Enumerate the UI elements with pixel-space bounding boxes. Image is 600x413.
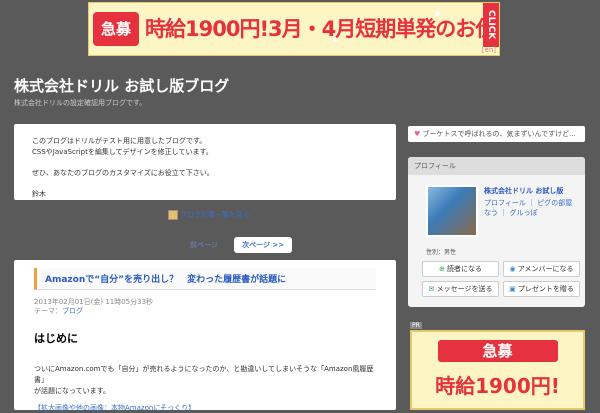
chat-icon: ◉ [509, 265, 516, 273]
side-ad-banner[interactable]: 急募 時給1900円! [410, 330, 585, 410]
heart-icon: ♥ [414, 130, 421, 138]
article-list-link[interactable]: ブログ記事一覧を見る [168, 210, 250, 220]
amember-label: アメンバーになる [517, 265, 574, 273]
ad-message: 時給1900円!3月・4月短期単発のお仕事 [145, 17, 500, 41]
side-ad-badge: 急募 [437, 340, 558, 362]
send-message-label: メッセージを送る [436, 285, 493, 293]
amember-button[interactable]: ◉ アメンバーになる [503, 261, 580, 277]
article-body: ついにAmazon.comでも「自分」が売れるようになったのか、と勘違いしてしま… [34, 364, 376, 397]
list-icon [168, 210, 178, 220]
top-ad-banner[interactable]: 急募 時給1900円!3月・4月短期単発のお仕事 CLICK [en] [88, 2, 500, 56]
enlarge-image-link[interactable]: 【拡大画像や他の画像：本物Amazonにそっくり】 [34, 403, 376, 413]
ad-click-tab[interactable]: CLICK [483, 3, 499, 47]
intro-signature: 鈴木 [32, 190, 46, 198]
pr-label: PR [410, 322, 422, 329]
profile-gender: 性別：男性 [426, 249, 457, 256]
blog-title[interactable]: 株式会社ドリル お試し版ブログ [14, 75, 229, 96]
profile-name[interactable]: 株式会社ドリル お試し版 [484, 186, 563, 196]
article-list-label: ブログ記事一覧を見る [180, 211, 250, 219]
intro-line: CSSやJavaScriptを編集してデザインを修正しています。 [32, 148, 213, 156]
profile-header: プロフィール [408, 157, 585, 175]
send-present-button[interactable]: ▣ プレゼントを贈る [503, 281, 580, 297]
blog-description: 株式会社ドリルの設定確認用ブログです。 [14, 99, 147, 107]
profile-widget: プロフィール 株式会社ドリル お試し版 プロフィール ｜ ピグの部屋 なう ｜ … [408, 157, 585, 307]
profile-buttons: ⊕ 読者になる ◉ アメンバーになる ✉ メッセージを送る ▣ プレゼントを贈る [422, 261, 580, 297]
send-present-label: プレゼントを贈る [517, 285, 574, 293]
article-heading: はじめに [34, 332, 78, 345]
avatar[interactable] [426, 185, 478, 237]
theme-label: テーマ： [34, 307, 62, 315]
article-meta: 2013年02月01日(金) 11時05分33秒 テーマ：ブログ [34, 298, 376, 316]
intro-box: このブログはドリルがテスト用に用意したブログです。 CSSやJavaScript… [14, 124, 396, 200]
prev-page-link[interactable]: 前ページ [190, 241, 218, 249]
side-ad-message: 時給1900円! [435, 374, 560, 398]
ticker-text: ブーケトスで呼ばれるの、気まずいんですけど... [422, 130, 576, 138]
article-entry: Amazonで“自分”を売り出し？ 変わった履歴書が話題に 2013年02月01… [14, 260, 396, 413]
theme-link[interactable]: ブログ [62, 307, 83, 315]
next-page-button[interactable]: 次ページ >> [234, 237, 293, 253]
intro-line: ぜひ、あなたのブログのカスタマイズにお役立て下さい。 [32, 169, 214, 177]
follow-reader-label: 読者になる [447, 265, 483, 273]
ad-source: [en] [481, 46, 496, 54]
article-body-line: が話題になっています。 [34, 387, 110, 395]
article-date: 2013年02月01日(金) 11時05分33秒 [34, 298, 154, 306]
pager: 前ページ 次ページ >> [190, 237, 293, 253]
news-ticker[interactable]: ♥ ブーケトスで呼ばれるの、気まずいんですけど... [408, 126, 585, 142]
intro-line: このブログはドリルがテスト用に用意したブログです。 [32, 137, 207, 145]
article-title[interactable]: Amazonで“自分”を売り出し？ 変わった履歴書が話題に [34, 268, 376, 290]
send-message-button[interactable]: ✉ メッセージを送る [422, 281, 499, 297]
mail-icon: ✉ [428, 285, 435, 293]
gift-icon: ▣ [509, 285, 516, 293]
ad-badge: 急募 [93, 12, 139, 46]
plus-icon: ⊕ [438, 265, 445, 273]
follow-reader-button[interactable]: ⊕ 読者になる [422, 261, 499, 277]
article-body-line: ついにAmazon.comでも「自分」が売れるようになったのか、と勘違いしてしま… [34, 365, 374, 384]
profile-links[interactable]: プロフィール ｜ ピグの部屋 なう ｜ グルっぽ [484, 198, 579, 218]
